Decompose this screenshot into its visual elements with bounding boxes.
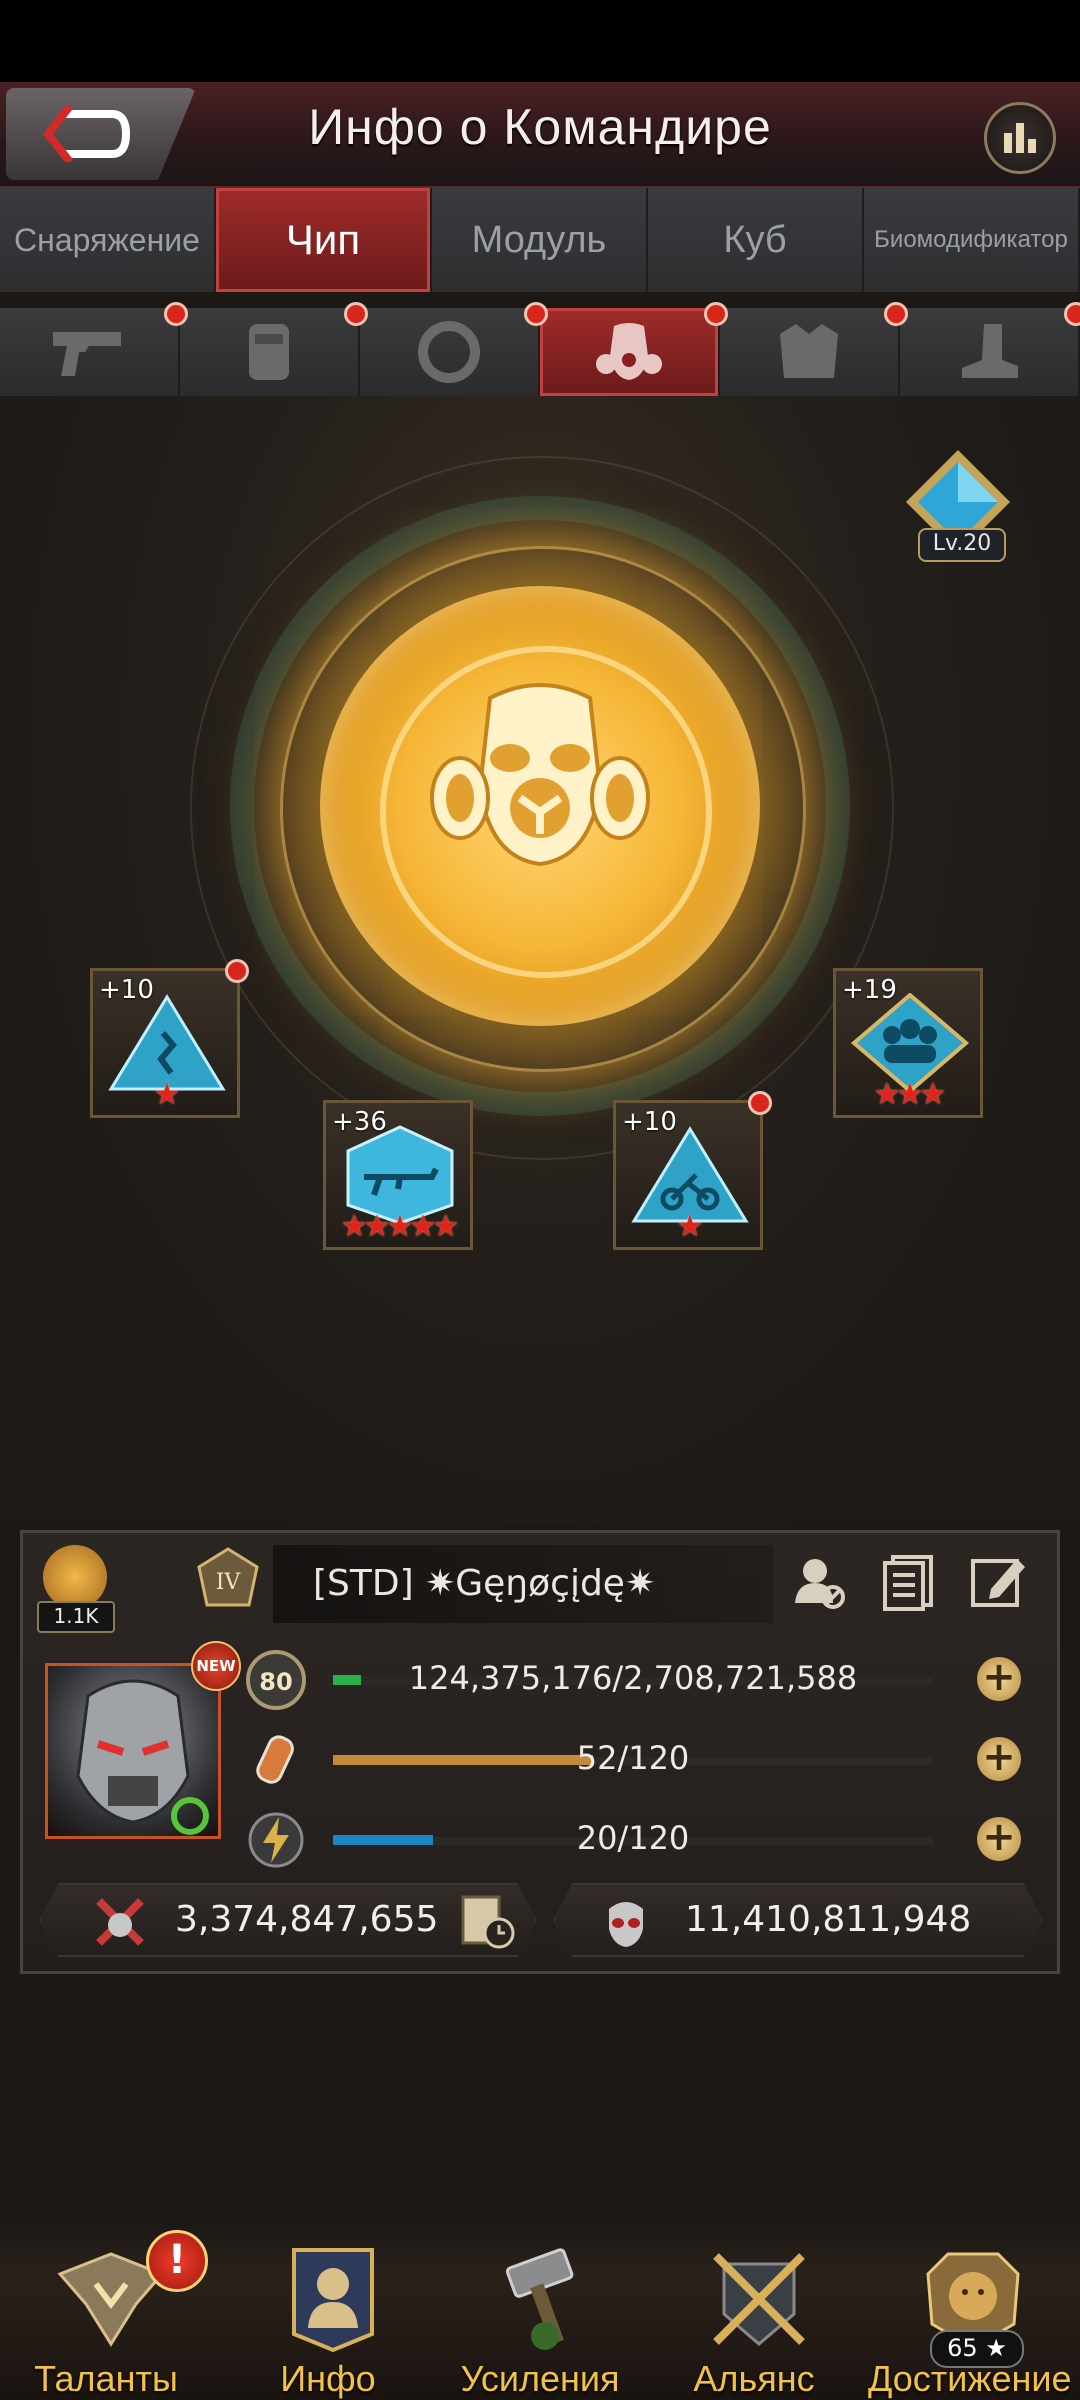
stamina-text: 52/120: [576, 1739, 690, 1777]
alert-dot: [704, 302, 728, 326]
slot-armor[interactable]: [180, 302, 368, 396]
alert-dot: [344, 302, 368, 326]
level-badge-icon: 80: [246, 1650, 306, 1710]
bottom-nav: ! Таланты Инфо Усиления Альянс 65 ★ Дост…: [0, 2220, 1080, 2400]
kills-value: 11,410,811,948: [685, 1899, 972, 1940]
pistol-icon: [53, 332, 121, 376]
exp-text: 124,375,176/2,708,721,588: [408, 1659, 858, 1697]
status-bar: [0, 0, 1080, 82]
slot-boots[interactable]: [900, 302, 1080, 396]
commander-portrait: [76, 1679, 209, 1835]
add-energy-button[interactable]: +: [977, 1817, 1021, 1861]
history-icon: [461, 1895, 515, 1949]
stamina-icon: [256, 1735, 294, 1784]
commander-profile: 1.1K IV [STD] ✷Gęŋøçįdę✷ NEW 80 124,375,…: [20, 1530, 1060, 1974]
alert-dot: [164, 302, 188, 326]
chip-stars: ★★★: [873, 1077, 947, 1112]
alert-dot: [225, 959, 249, 983]
chip-level: +10: [622, 1107, 677, 1137]
ring-icon: [418, 321, 480, 383]
vest-icon: [249, 324, 289, 380]
nav-info[interactable]: Инфо: [228, 2220, 428, 2400]
gas-mask-icon: [430, 683, 650, 867]
nav-boosts[interactable]: Усиления: [440, 2220, 640, 2400]
hammer-emblem-icon: [505, 2248, 574, 2350]
exp-row: 80 124,375,176/2,708,721,588 +: [245, 1645, 1045, 1715]
records-icon[interactable]: [879, 1551, 939, 1611]
chip-level-label: Lv.20: [918, 528, 1006, 562]
energy-text: 20/120: [576, 1819, 690, 1857]
chip-stars: ★★★★★: [340, 1209, 459, 1244]
energy-row: 20/120 +: [245, 1805, 1045, 1875]
nav-label: Достижение: [868, 2358, 1072, 2399]
alert-badge: !: [146, 2230, 208, 2292]
power-value: 3,374,847,655: [175, 1899, 439, 1940]
likes[interactable]: 1.1K: [35, 1545, 115, 1635]
svg-text:80: 80: [259, 1668, 292, 1696]
nav-achievements[interactable]: 65 ★ Достижение: [868, 2220, 1072, 2400]
alert-dot: [884, 302, 908, 326]
chip-stars: ★: [153, 1077, 181, 1112]
nav-alliance[interactable]: Альянс: [654, 2220, 854, 2400]
tab-cube[interactable]: Куб: [648, 188, 864, 292]
slot-bar: [0, 302, 1080, 396]
rank-badge-icon[interactable]: IV: [193, 1545, 263, 1615]
chip-slot[interactable]: +10 ★: [90, 959, 249, 1118]
avatar[interactable]: [45, 1663, 221, 1839]
boot-icon: [962, 324, 1018, 378]
info-emblem-icon: [292, 2248, 374, 2353]
nav-label: Альянс: [693, 2358, 815, 2399]
jacket-icon: [780, 324, 838, 378]
add-exp-button[interactable]: +: [977, 1657, 1021, 1701]
chip-display: Lv.20 +10 ★ +19 ★★★ +36 ★★★★★ +10 ★: [0, 396, 1080, 1526]
add-stamina-button[interactable]: +: [977, 1737, 1021, 1781]
nav-label: Усиления: [460, 2358, 620, 2399]
chip-stars: ★: [676, 1209, 704, 1244]
chip-slot[interactable]: +36 ★★★★★: [323, 1100, 473, 1250]
lightning-icon: [248, 1812, 304, 1868]
stamina-row: 52/120 +: [245, 1725, 1045, 1795]
chip-slot[interactable]: +10 ★: [613, 1091, 772, 1250]
thumbs-up-icon: [43, 1545, 107, 1609]
slot-jacket[interactable]: [720, 302, 908, 396]
bar-chart-icon: [1004, 123, 1036, 153]
likes-count: 1.1K: [37, 1601, 115, 1633]
commander-name: [STD] ✷Gęŋøçįdę✷: [273, 1545, 773, 1623]
new-badge: NEW: [191, 1641, 241, 1691]
stats-button[interactable]: [984, 102, 1056, 174]
chip-level: +36: [332, 1107, 387, 1137]
edit-icon[interactable]: [967, 1551, 1027, 1611]
chip-level: +19: [842, 975, 897, 1005]
block-user-icon[interactable]: [789, 1551, 849, 1611]
alert-dot: [748, 1091, 772, 1115]
chip-level: +10: [99, 975, 154, 1005]
slot-weapon[interactable]: [0, 302, 188, 396]
kills-display[interactable]: 11,410,811,948: [553, 1883, 1043, 1957]
tab-biomodifier[interactable]: Биомодификатор: [864, 188, 1080, 292]
gas-mask-icon: [596, 323, 662, 380]
tab-bar: Снаряжение Чип Модуль Куб Биомодификатор: [0, 188, 1080, 292]
alliance-swords-icon: [713, 2253, 805, 2346]
alert-dot: [1064, 302, 1080, 326]
slot-mask[interactable]: [540, 302, 728, 396]
chip-slot[interactable]: +19 ★★★: [833, 968, 983, 1118]
page-title: Инфо о Командире: [308, 99, 772, 155]
tab-equipment[interactable]: Снаряжение: [0, 188, 216, 292]
crossed-swords-icon: [96, 1898, 144, 1946]
nav-talents[interactable]: ! Таланты: [6, 2220, 208, 2400]
svg-text:IV: IV: [216, 1570, 242, 1595]
header: Инфо о Командире: [0, 82, 1080, 188]
nav-label: Таланты: [34, 2358, 178, 2399]
tab-chip[interactable]: Чип: [216, 188, 432, 292]
alert-dot: [524, 302, 548, 326]
tab-module[interactable]: Модуль: [432, 188, 648, 292]
slot-ring[interactable]: [360, 302, 548, 396]
power-display[interactable]: 3,374,847,655: [39, 1883, 537, 1957]
nav-label: Инфо: [280, 2358, 376, 2399]
skull-mask-icon: [609, 1902, 643, 1947]
